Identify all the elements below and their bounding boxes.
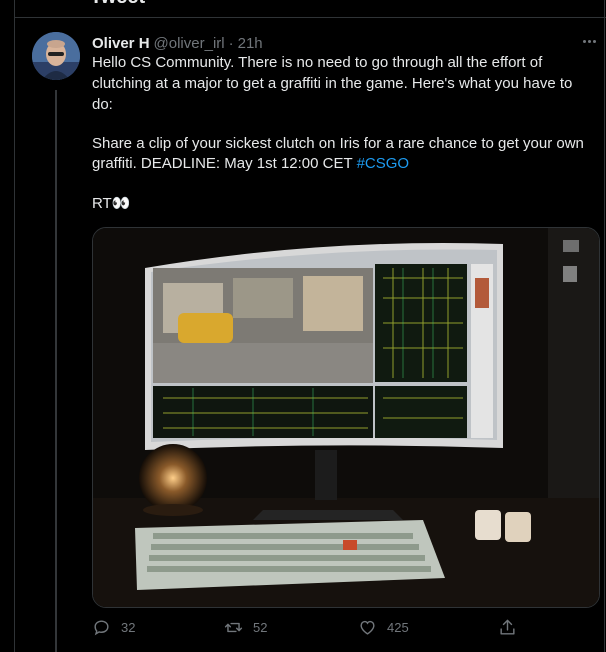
tweet-header: Oliver H @oliver_irl · 21h — [92, 33, 263, 53]
tweet-text-line: do: — [92, 96, 113, 113]
timestamp[interactable]: 21h — [238, 35, 263, 52]
avatar-image — [32, 32, 80, 80]
tweet-text-segment: graffiti. DEADLINE: May 1st 12:00 CET — [92, 155, 357, 172]
retweet-icon — [224, 622, 243, 633]
divider — [14, 17, 606, 18]
tweet-image[interactable] — [92, 227, 600, 608]
more-icon[interactable] — [578, 34, 600, 48]
tweet-text-line: Share a clip of your sickest clutch on I… — [92, 135, 584, 152]
column-border-right — [604, 0, 605, 652]
like-icon — [360, 620, 375, 635]
photo-illustration — [93, 228, 599, 607]
share-button[interactable] — [498, 618, 517, 637]
thread-line — [55, 90, 57, 652]
column-border-left — [14, 0, 15, 652]
retweet-count: 52 — [253, 620, 268, 635]
author-name[interactable]: Oliver H — [92, 35, 150, 52]
tweet-text-line: RT👀 — [92, 195, 131, 212]
page-title: Tweet — [90, 0, 145, 9]
separator: · — [228, 34, 234, 52]
reply-button[interactable]: 32 — [92, 618, 135, 637]
retweet-button[interactable]: 52 — [224, 618, 267, 637]
author-handle[interactable]: @oliver_irl — [154, 35, 225, 52]
like-count: 425 — [387, 620, 409, 635]
tweet-actions: 32 52 425 — [92, 618, 522, 640]
tweet-text-line: clutching at a major to get a graffiti i… — [92, 75, 573, 92]
tweet-text-line: graffiti. DEADLINE: May 1st 12:00 CET #C… — [92, 154, 592, 174]
like-button[interactable]: 425 — [358, 618, 409, 637]
share-icon — [500, 619, 515, 635]
avatar[interactable] — [32, 32, 80, 80]
reply-count: 32 — [121, 620, 136, 635]
reply-icon — [94, 620, 109, 636]
tweet-text-line: Hello CS Community. There is no need to … — [92, 54, 543, 71]
hashtag-link[interactable]: #CSGO — [357, 155, 410, 172]
